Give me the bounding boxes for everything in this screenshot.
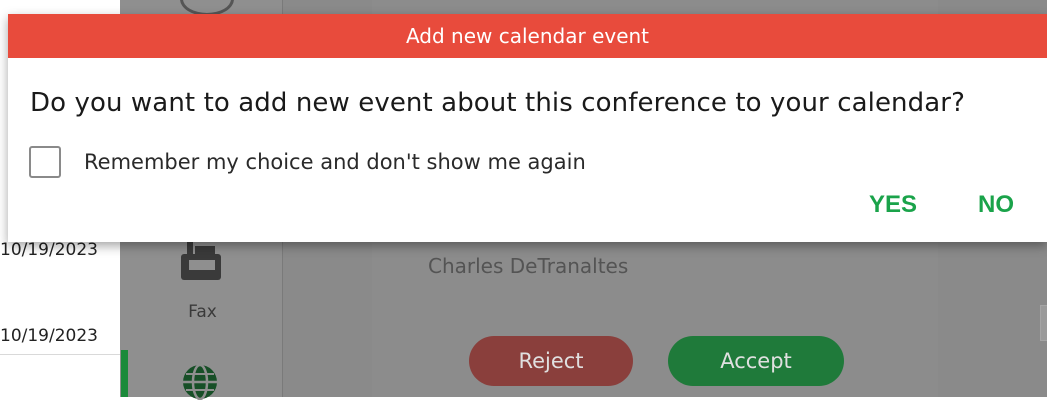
globe-icon[interactable] [178,360,222,400]
list-item[interactable]: 10/19/2023 [0,240,130,262]
dialog-title: Add new calendar event [8,14,1047,58]
list-item-date: 10/19/2023 [0,240,98,260]
caller-name: Charles DeTranaltes [428,254,629,278]
right-panel-field [1040,305,1047,341]
list-item-date: 10/19/2023 [0,326,98,346]
remember-choice-checkbox[interactable] [29,146,61,178]
accept-button[interactable]: Accept [668,336,844,386]
reject-button[interactable]: Reject [469,336,633,386]
list-item[interactable]: 10/19/2023 [0,324,130,355]
no-button[interactable]: NO [978,190,1014,220]
add-calendar-event-dialog: Add new calendar event Do you want to ad… [8,14,1047,242]
yes-button[interactable]: YES [869,190,917,220]
active-indicator [121,350,128,397]
fax-icon[interactable] [177,242,225,282]
remember-choice-label[interactable]: Remember my choice and don't show me aga… [84,150,586,174]
fax-label: Fax [188,302,217,322]
dialog-question: Do you want to add new event about this … [30,88,965,118]
